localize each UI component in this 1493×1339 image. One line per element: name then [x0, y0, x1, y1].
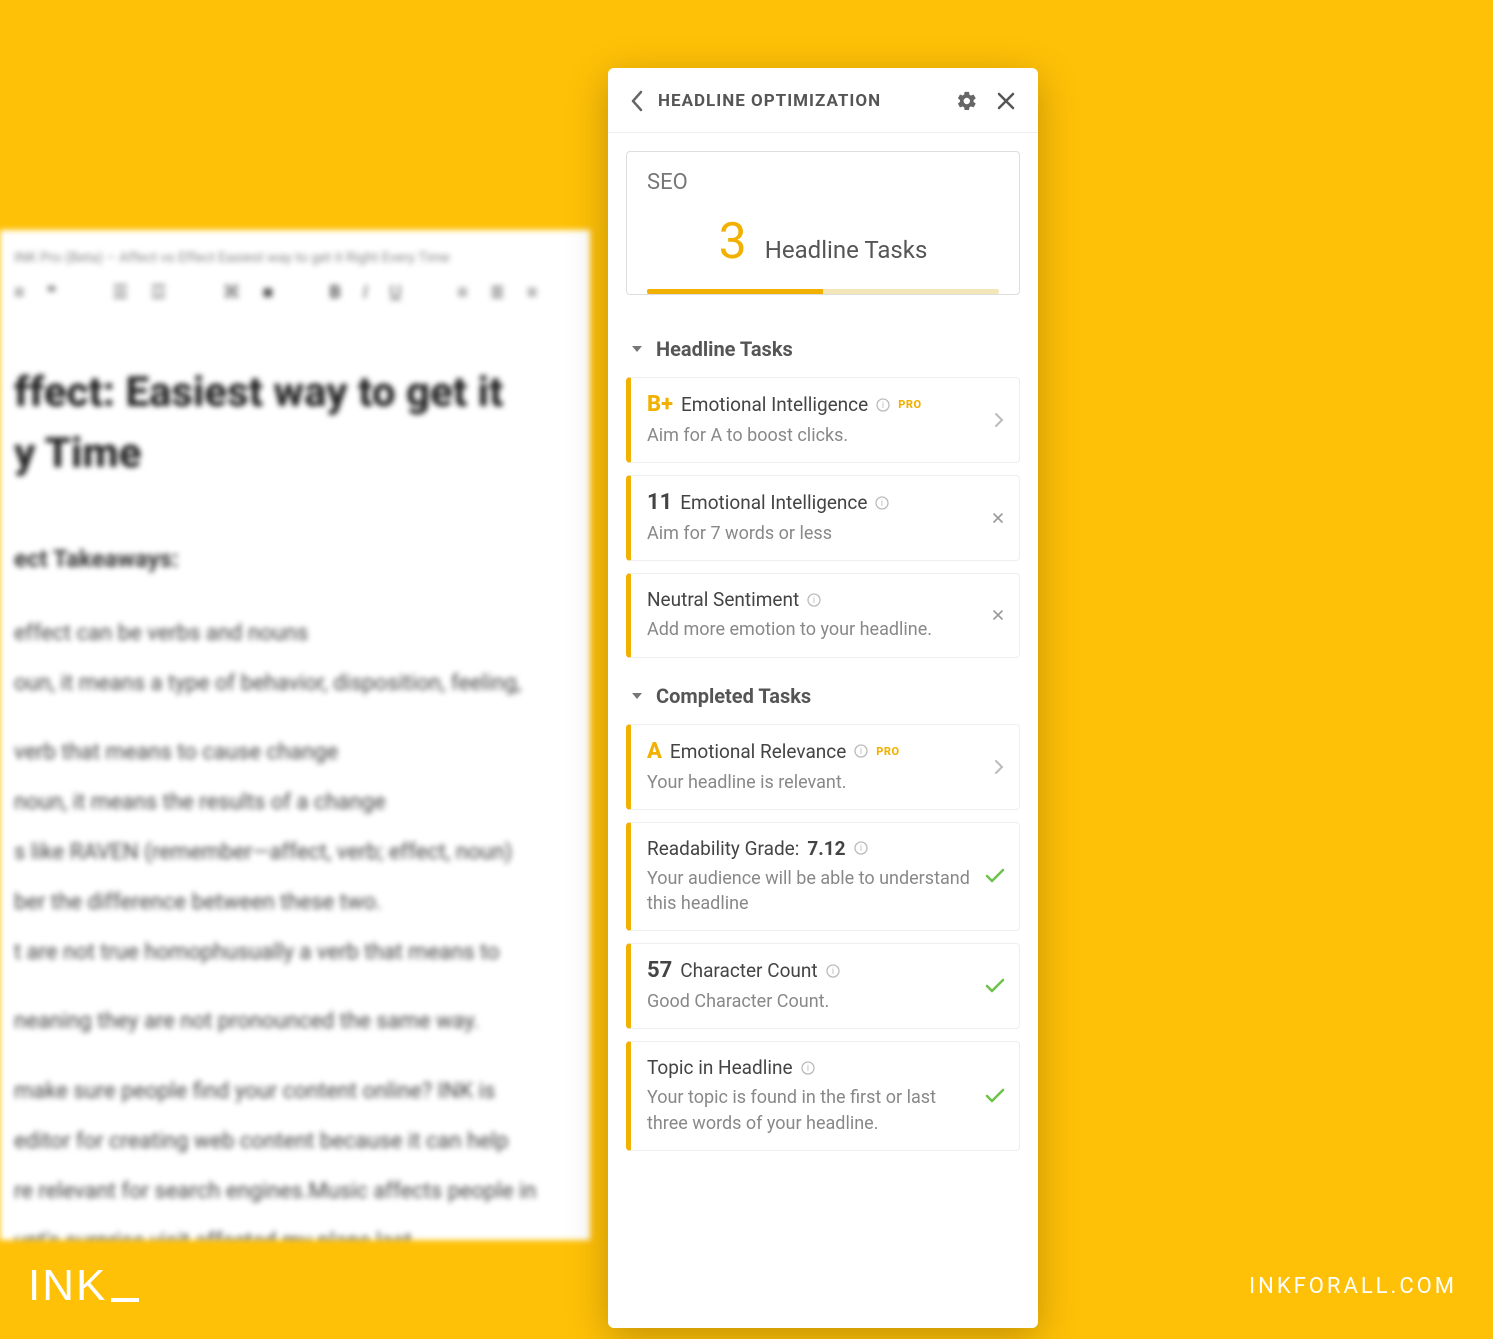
task-grade: 11: [647, 490, 672, 515]
task-grade: B+: [647, 392, 673, 417]
task-card[interactable]: 57 Character Count i Good Character Coun…: [626, 943, 1020, 1029]
close-button[interactable]: [996, 91, 1016, 111]
dismiss-button[interactable]: [991, 608, 1005, 622]
task-description: Your headline is relevant.: [647, 770, 983, 795]
task-name: Topic in Headline: [647, 1056, 793, 1079]
svg-text:i: i: [882, 401, 884, 411]
pending-section-title: Headline Tasks: [656, 337, 793, 361]
info-icon[interactable]: i: [807, 593, 821, 607]
info-icon[interactable]: i: [854, 841, 868, 855]
info-icon[interactable]: i: [875, 496, 889, 510]
seo-summary-box: SEO 3 Headline Tasks: [626, 151, 1020, 295]
check-icon: [985, 868, 1005, 884]
svg-text:i: i: [813, 596, 815, 606]
pro-badge: PRO: [876, 745, 899, 758]
brand-url: INKFORALL.COM: [1249, 1274, 1457, 1299]
task-card[interactable]: B+ Emotional Intelligence i PRO Aim for …: [626, 377, 1020, 463]
back-button[interactable]: [630, 90, 644, 112]
task-value: 7.12: [807, 837, 845, 860]
task-card[interactable]: Neutral Sentiment i Add more emotion to …: [626, 573, 1020, 657]
task-description: Your topic is found in the first or last…: [647, 1085, 975, 1135]
task-card[interactable]: 11 Emotional Intelligence i Aim for 7 wo…: [626, 475, 1020, 561]
expand-button[interactable]: [993, 758, 1005, 776]
expand-button[interactable]: [993, 411, 1005, 429]
svg-text:i: i: [831, 967, 833, 977]
document-subheading: ect Takeaways:: [14, 545, 576, 573]
task-count-number: 3: [719, 213, 747, 271]
document-heading: ffect: Easiest way to get it y Time: [14, 363, 576, 485]
check-icon: [985, 978, 1005, 994]
task-progress-fill: [647, 289, 823, 294]
editor-background: INK Pro (Beta) – Affect vs Effect Easies…: [0, 230, 590, 1240]
task-card[interactable]: A Emotional Relevance i PRO Your headlin…: [626, 724, 1020, 810]
completed-section-title: Completed Tasks: [656, 684, 811, 708]
task-description: Aim for 7 words or less: [647, 521, 981, 546]
task-progress-bar: [647, 289, 999, 294]
task-grade: A: [647, 739, 662, 764]
panel-header: HEADLINE OPTIMIZATION: [608, 68, 1038, 133]
completed-section-toggle[interactable]: Completed Tasks: [626, 670, 1020, 724]
settings-button[interactable]: [956, 90, 978, 112]
info-icon[interactable]: i: [826, 964, 840, 978]
task-name: Emotional Relevance: [670, 740, 846, 763]
caret-down-icon: [630, 342, 644, 356]
window-title: INK Pro (Beta) – Affect vs Effect Easies…: [14, 250, 576, 266]
task-name: Neutral Sentiment: [647, 588, 799, 611]
pending-section-toggle[interactable]: Headline Tasks: [626, 323, 1020, 377]
task-description: Good Character Count.: [647, 989, 975, 1014]
pro-badge: PRO: [898, 398, 921, 411]
dismiss-button[interactable]: [991, 511, 1005, 525]
info-icon[interactable]: i: [876, 398, 890, 412]
task-count-label: Headline Tasks: [765, 236, 928, 264]
info-icon[interactable]: i: [854, 744, 868, 758]
task-description: Aim for A to boost clicks.: [647, 423, 983, 448]
task-grade: 57: [647, 958, 672, 983]
svg-text:i: i: [859, 844, 861, 854]
task-description: Add more emotion to your headline.: [647, 617, 981, 642]
task-card[interactable]: Readability Grade: 7.12 i Your audience …: [626, 822, 1020, 931]
brand-logo: INK: [28, 1261, 139, 1311]
task-name: Emotional Intelligence: [680, 491, 867, 514]
editor-toolbar: ≡❝☰☲⌘■BIU≡≣≡: [14, 282, 576, 303]
task-description: Your audience will be able to understand…: [647, 866, 975, 916]
caret-down-icon: [630, 689, 644, 703]
info-icon[interactable]: i: [801, 1061, 815, 1075]
task-name: Character Count: [680, 959, 817, 982]
panel-title: HEADLINE OPTIMIZATION: [658, 91, 938, 111]
seo-label: SEO: [647, 170, 999, 195]
check-icon: [985, 1088, 1005, 1104]
svg-text:i: i: [881, 499, 883, 509]
svg-text:i: i: [860, 747, 862, 757]
task-label: Readability Grade:: [647, 837, 799, 860]
svg-text:i: i: [806, 1064, 808, 1074]
task-name: Emotional Intelligence: [681, 393, 868, 416]
task-card[interactable]: Topic in Headline i Your topic is found …: [626, 1041, 1020, 1150]
headline-optimization-panel: HEADLINE OPTIMIZATION SEO 3 Headline Tas…: [608, 68, 1038, 1328]
